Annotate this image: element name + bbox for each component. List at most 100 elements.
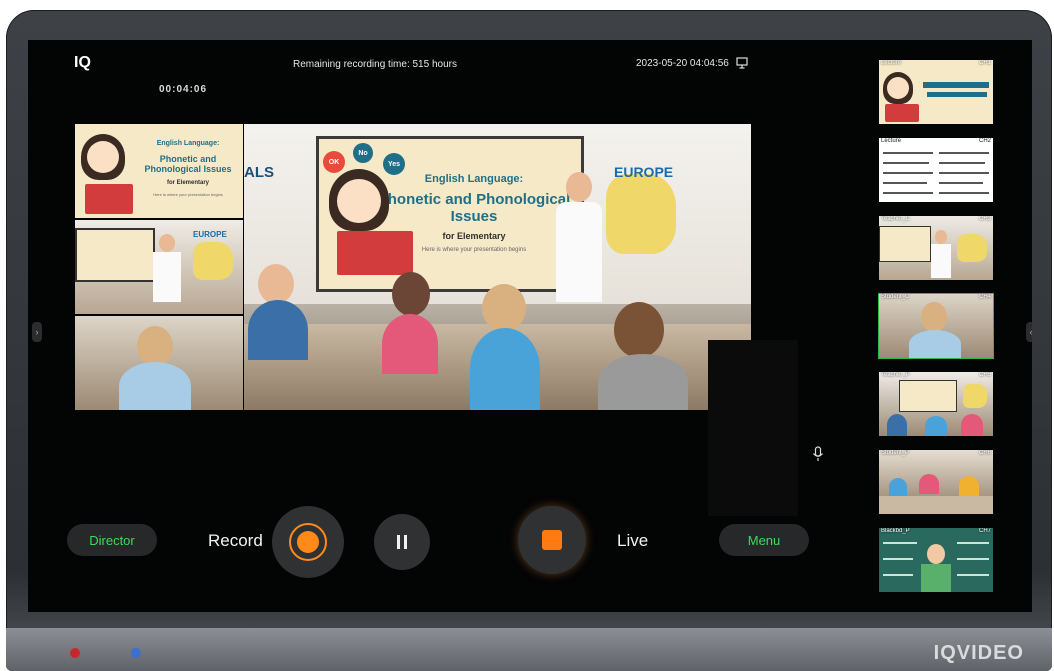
student-body-3 [470,328,540,410]
stop-icon [542,530,562,550]
thumb-girl-face [887,77,909,99]
ok-bubble: OK [323,151,345,173]
worksheet-line [883,182,927,184]
monitor-icon[interactable] [736,56,748,69]
worksheet-line [939,152,989,154]
record-label: Record [208,531,263,550]
board-title: English Language: [424,173,524,185]
thumbnail-label: Teacher_P [881,372,910,378]
thumbnail-ch5[interactable]: Teacher_P CH5 [879,372,993,436]
thumb-student-head [921,302,947,332]
student-head-2 [392,272,430,316]
thumb-title-bar-2 [927,92,987,97]
cartoon-girl-face [337,179,381,223]
worksheet-line [883,172,933,174]
pause-icon [397,535,407,549]
chalk-line [883,574,913,576]
thumb-student-book [921,564,951,592]
app-logo: IQ [74,54,91,71]
status-led-icon [131,648,141,658]
thumbnail-ch7[interactable]: Blackbd_P CH7 [879,528,993,592]
thumbnail-ch2[interactable]: Lecture CH2 [879,138,993,202]
thumbnail-ch1[interactable]: Lecture CH1 [879,60,993,124]
pip-slide-tagline: Here is where your presentation begins [153,192,223,197]
pip-teacher-head [159,234,175,252]
thumb-board [879,226,931,262]
live-stop-button[interactable] [518,506,586,574]
worksheet-line [939,162,985,164]
thumbnail-channel: CH2 [978,138,991,144]
map-label: EUROPE [614,164,674,180]
microphone-icon[interactable] [812,446,824,462]
expand-left-icon[interactable]: › [32,322,42,342]
thumbnail-ch6[interactable]: Student_P CH6 [879,450,993,514]
screen: IQ Remaining recording time: 515 hours 2… [28,40,1032,612]
pip-map-label: EUROPE [193,230,227,239]
pip-teacher-board [75,228,155,282]
thumb-student-head [927,544,945,564]
pip-teacher-view[interactable]: EUROPE [75,220,243,314]
chalk-line [957,574,989,576]
yes-bubble: Yes [383,153,405,175]
worksheet-line [939,192,989,194]
thumb-student [961,414,983,436]
wall-text: ALS [244,164,274,181]
thumb-student [889,478,907,496]
student-body-2 [382,314,438,374]
thumbnail-label: Blackbd_P [881,528,910,534]
expand-right-icon[interactable]: ‹ [1026,322,1032,342]
thumbnail-label: Lecture [881,138,902,144]
student-body-1 [248,300,308,360]
thumbnail-channel: CH4 [978,294,991,300]
device-bottom-bezel [6,628,1052,671]
student-body-4 [598,354,688,410]
student-head-1 [258,264,294,304]
thumbnail-label: Student_P [881,450,910,456]
thumb-student [919,474,939,494]
main-program-view[interactable]: English Language: Phonetic and Phonologi… [244,124,751,410]
thumbnail-channel: CH5 [978,372,991,378]
thumbnail-label: Student_C [881,294,910,300]
thumb-student [887,414,907,436]
worksheet-line [883,162,929,164]
remaining-time-text: Remaining recording time: 515 hours [293,59,457,70]
thumb-map [963,384,987,408]
thumb-teacher-head [935,230,947,244]
red-book-icon [337,231,413,275]
thumb-map [957,234,987,262]
student-head-3 [482,284,526,332]
presentation-board: English Language: Phonetic and Phonologi… [316,136,584,292]
thumbnail-channel: CH6 [978,450,991,456]
director-button[interactable]: Director [67,524,157,556]
recording-timer: 00:04:06 [159,84,208,95]
thumb-book-icon [885,104,919,122]
pip-slide-view[interactable]: English Language: Phonetic and Phonologi… [75,124,243,218]
worksheet-line [883,192,933,194]
chalk-line [957,558,989,560]
brand-logo: IQVIDEO [933,642,1024,664]
pip-europe-map [193,242,233,280]
thumbnail-ch4[interactable]: Student_C CH4 [878,293,994,359]
teacher-head [566,172,592,202]
thumbnail-ch3[interactable]: Teacher_C CH3 [879,216,993,280]
thumbnail-label: Teacher_C [881,216,911,222]
live-label: Live [617,531,649,550]
audio-panel [708,340,798,516]
thumbnail-channel: CH3 [978,216,991,222]
datetime-text: 2023-05-20 04:04:56 [636,58,729,69]
menu-button[interactable]: Menu [719,524,809,556]
pip-slide-subtitle: for Elementary [166,180,209,186]
pip-cartoon-girl-face [87,141,119,173]
thumb-student [925,416,947,436]
record-button[interactable] [272,506,344,578]
europe-map [606,174,676,254]
pause-button[interactable] [374,514,430,570]
thumb-title-bar [923,82,989,88]
worksheet-line [883,152,933,154]
pip-red-book-icon [85,184,133,214]
record-dot-icon [297,531,319,553]
student-head-4 [614,302,664,358]
worksheet-line [939,182,983,184]
board-title-main: Phonetic and Phonological Issues [377,191,571,225]
pip-student-view[interactable] [75,316,243,410]
